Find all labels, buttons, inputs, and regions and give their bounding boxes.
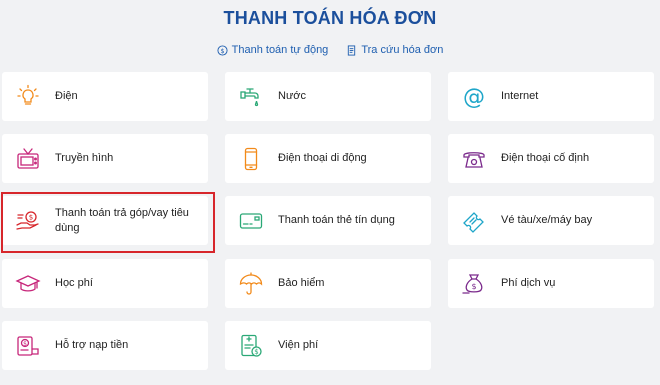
service-tuition[interactable]: Học phí <box>2 259 208 308</box>
wallet-icon: $ <box>15 333 41 359</box>
service-topup[interactable]: $ Hỗ trợ nạp tiền <box>2 321 208 370</box>
service-credit-card[interactable]: Thanh toán thẻ tín dụng <box>225 196 431 245</box>
service-label: Hỗ trợ nạp tiền <box>55 339 129 351</box>
money-bag-icon: $ <box>461 271 487 297</box>
service-label: Phí dịch vụ <box>501 277 556 289</box>
tv-icon <box>15 146 41 172</box>
hospital-bill-icon: $ <box>238 333 264 359</box>
service-fee[interactable]: $ Phí dịch vụ <box>448 259 654 308</box>
landline-phone-icon <box>461 146 487 172</box>
ticket-icon <box>461 208 487 234</box>
mobile-phone-icon <box>238 146 264 172</box>
svg-text:$: $ <box>23 340 27 347</box>
bulb-icon <box>15 84 41 110</box>
service-label: Bảo hiểm <box>278 277 325 289</box>
page-title: THANH TOÁN HÓA ĐƠN <box>223 8 437 28</box>
receipt-icon <box>348 44 356 56</box>
service-label: Điện thoại cố định <box>501 152 590 164</box>
service-label: Truyền hình <box>55 152 114 164</box>
service-label: Thanh toán trả góp/vay tiêu dùng <box>55 206 189 234</box>
service-internet[interactable]: @ Internet <box>448 72 654 121</box>
service-label: Điện thoại di động <box>278 152 367 164</box>
svg-text:$: $ <box>254 348 258 356</box>
water-tap-icon <box>238 84 264 110</box>
auto-payment-label: Thanh toán tự động <box>231 44 329 56</box>
svg-text:@: @ <box>463 85 485 110</box>
service-label: Thanh toán thẻ tín dụng <box>278 214 395 226</box>
service-tv[interactable]: Truyền hình <box>2 134 208 183</box>
service-water[interactable]: Nước <box>225 72 431 121</box>
service-hospital[interactable]: $ Viện phí <box>225 321 431 370</box>
auto-payment-link[interactable]: $ Thanh toán tự động <box>217 44 329 56</box>
service-label: Internet <box>501 90 539 102</box>
service-label: Học phí <box>55 277 93 289</box>
bill-lookup-label: Tra cứu hóa đơn <box>361 44 444 56</box>
graduation-cap-icon <box>15 271 41 297</box>
service-ticket[interactable]: Vé tàu/xe/máy bay <box>448 196 654 245</box>
service-mobile[interactable]: Điện thoại di động <box>225 134 431 183</box>
service-label: Viện phí <box>278 339 319 351</box>
svg-text:$: $ <box>471 282 476 291</box>
svg-text:$: $ <box>29 213 33 221</box>
service-label: Vé tàu/xe/máy bay <box>501 214 593 226</box>
service-installment-loan[interactable]: $ Thanh toán trả góp/vay tiêu dùng <box>2 196 208 245</box>
svg-text:$: $ <box>220 46 224 54</box>
service-electricity[interactable]: Điện <box>2 72 208 121</box>
at-sign-icon: @ <box>461 84 487 110</box>
service-label: Nước <box>278 90 307 102</box>
header-links: $ Thanh toán tự động Tra cứu hóa đơn <box>0 44 660 56</box>
service-label: Điện <box>55 90 78 102</box>
umbrella-icon <box>238 271 264 297</box>
service-insurance[interactable]: Bảo hiểm <box>225 259 431 308</box>
bill-lookup-link[interactable]: Tra cứu hóa đơn <box>346 44 443 56</box>
loan-hand-icon: $ <box>15 208 41 234</box>
dollar-circle-icon: $ <box>217 44 228 56</box>
credit-card-icon <box>238 208 264 234</box>
service-landline[interactable]: Điện thoại cố định <box>448 134 654 183</box>
